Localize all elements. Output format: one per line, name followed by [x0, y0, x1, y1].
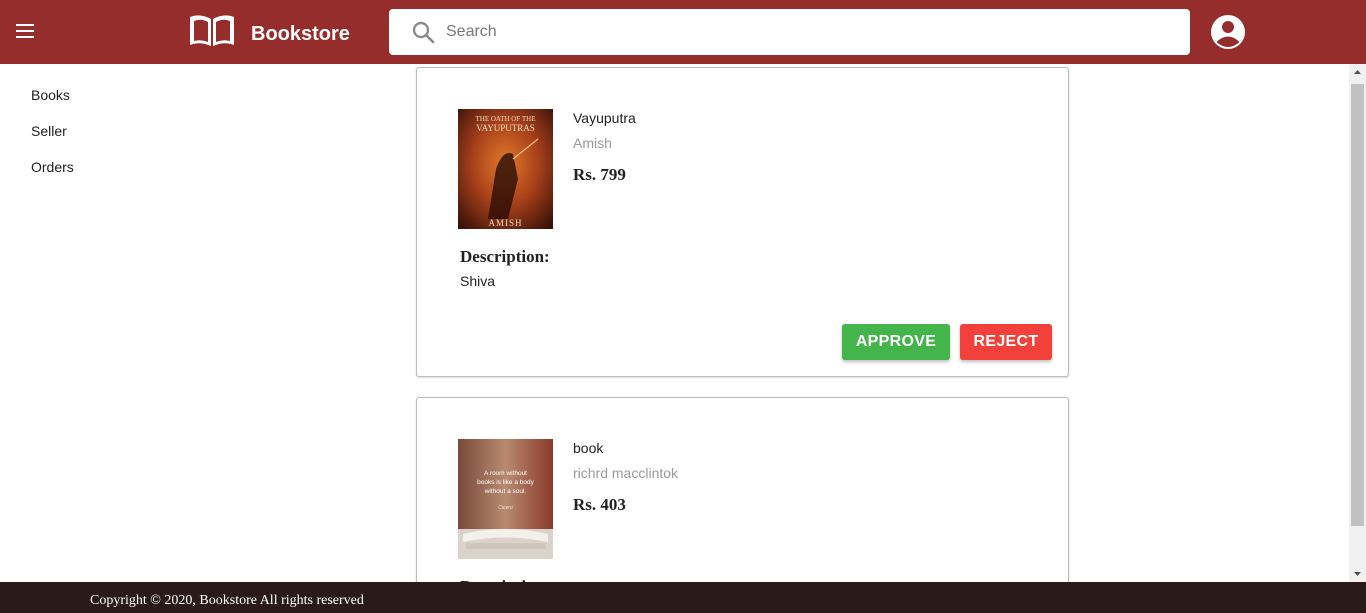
sidebar-item-books[interactable]: Books: [31, 87, 70, 103]
sidebar-item-seller[interactable]: Seller: [31, 123, 67, 139]
app-header: Bookstore: [0, 0, 1366, 64]
book-price: Rs. 403: [573, 495, 626, 514]
book-price: Rs. 799: [573, 165, 626, 184]
book-title: Vayuputra: [573, 110, 636, 126]
approve-button[interactable]: APPROVE: [842, 324, 950, 360]
book-cover-image: A room without books is like a body with…: [458, 439, 553, 559]
description-label: Description:: [460, 247, 550, 266]
cover-quote-line3: without a soul.: [484, 488, 527, 495]
sidebar-item-orders[interactable]: Orders: [31, 159, 74, 175]
book-cover-image: THE OATH OF THE VAYUPUTRAS AMISH: [458, 109, 553, 229]
book-title: book: [573, 440, 604, 456]
cover-title-line2: VAYUPUTRAS: [476, 123, 535, 133]
book-card: A room without books is like a body with…: [416, 397, 1069, 597]
brand-name[interactable]: Bookstore: [251, 23, 350, 46]
search-icon: [412, 21, 435, 44]
cover-author: AMISH: [488, 218, 522, 228]
cover-title-line1: THE OATH OF THE: [476, 115, 536, 123]
book-author: Amish: [573, 135, 612, 151]
cover-quote-line1: A room without: [484, 470, 527, 477]
cover-quote-line2: books is like a body: [477, 479, 534, 486]
scroll-up-arrow-icon[interactable]: [1349, 64, 1366, 81]
copyright-text: Copyright © 2020, Bookstore All rights r…: [90, 593, 364, 608]
book-logo-icon: [190, 15, 234, 46]
description-text: Shiva: [460, 273, 496, 289]
cover-attribution: Cicero: [498, 505, 513, 511]
book-author: richrd macclintok: [573, 465, 679, 481]
page-footer: Copyright © 2020, Bookstore All rights r…: [0, 582, 1366, 613]
search-input[interactable]: [446, 17, 1166, 47]
search-bar: [389, 9, 1190, 55]
reject-button[interactable]: REJECT: [960, 324, 1052, 360]
menu-icon[interactable]: [16, 24, 36, 40]
scroll-down-arrow-icon[interactable]: [1349, 565, 1366, 582]
page-scrollbar[interactable]: [1349, 64, 1366, 582]
account-icon[interactable]: [1210, 14, 1246, 50]
book-card: THE OATH OF THE VAYUPUTRAS AMISH Vayuput…: [416, 67, 1069, 377]
scrollbar-thumb[interactable]: [1351, 84, 1364, 526]
